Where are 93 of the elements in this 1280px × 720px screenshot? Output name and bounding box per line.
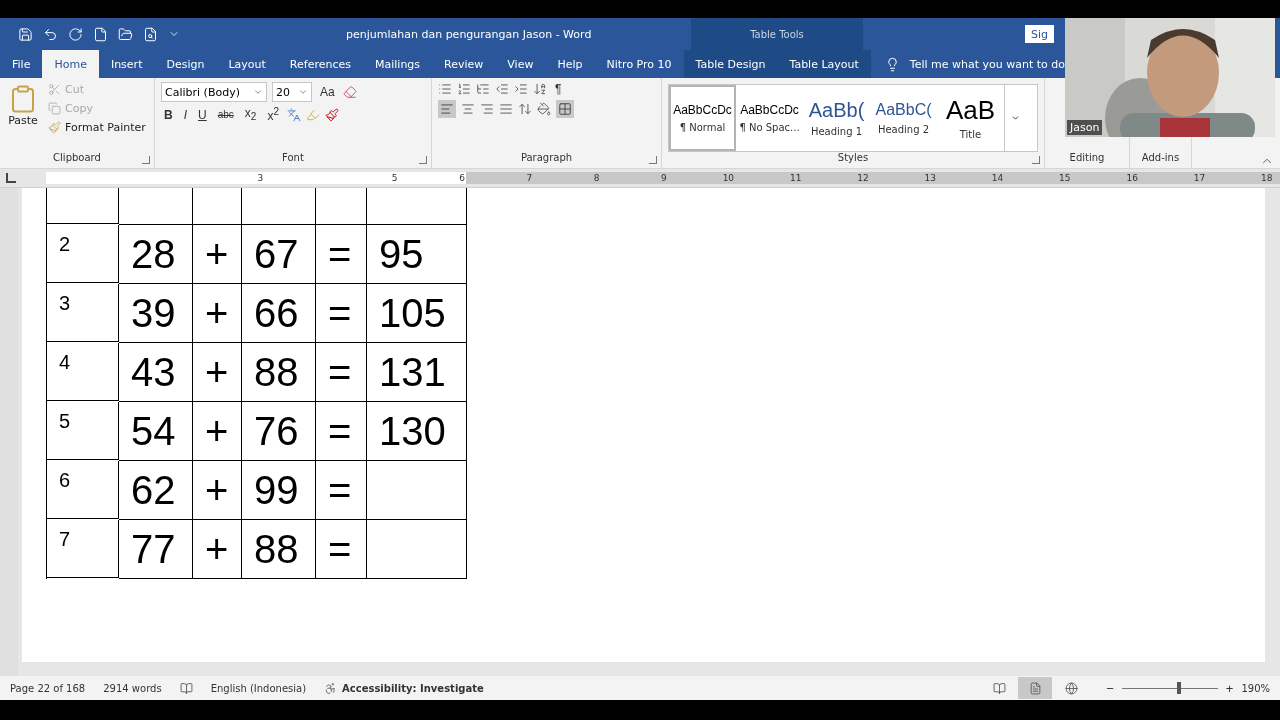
font-size-field[interactable]: 20 bbox=[272, 82, 312, 102]
ribbon-tab[interactable]: Layout bbox=[216, 50, 278, 78]
cell-text: + bbox=[205, 470, 229, 510]
ruler-number: 3 bbox=[256, 173, 264, 183]
cell-text: + bbox=[205, 529, 229, 569]
cell-text: 66 bbox=[254, 293, 299, 333]
group-label: Paragraph bbox=[520, 152, 573, 165]
ribbon-tab[interactable]: References bbox=[277, 50, 363, 78]
style-item[interactable]: AaBbCcDc ¶ Normal bbox=[669, 85, 736, 151]
tell-me-field[interactable]: Tell me what you want to do bbox=[909, 57, 1066, 71]
group-label: Editing bbox=[1069, 152, 1105, 165]
format-painter-button[interactable]: Format Painter bbox=[46, 120, 148, 135]
cell-text: = bbox=[328, 234, 352, 274]
cell-text: = bbox=[328, 352, 352, 392]
ruler-number: 12 bbox=[856, 173, 869, 183]
ruler-number: 5 bbox=[390, 173, 398, 183]
ruler-number: 13 bbox=[923, 173, 936, 183]
bold-button[interactable]: B bbox=[161, 107, 176, 122]
underline-button[interactable]: U bbox=[195, 107, 210, 122]
group-label: Add-ins bbox=[1141, 152, 1180, 165]
cell-text: 62 bbox=[131, 470, 176, 510]
cell-text: 43 bbox=[131, 352, 176, 392]
ribbon-tab[interactable]: Table Design bbox=[683, 50, 778, 78]
change-case-button[interactable]: Aa bbox=[317, 85, 338, 99]
cell-text: + bbox=[205, 234, 229, 274]
ruler-number: 17 bbox=[1192, 173, 1206, 183]
show-marks-button[interactable]: ¶ bbox=[552, 82, 565, 96]
language[interactable]: English (Indonesia) bbox=[210, 682, 307, 694]
row-number: 4 bbox=[59, 351, 71, 373]
ruler-number: 10 bbox=[721, 173, 735, 183]
cell-text: 130 bbox=[379, 411, 446, 451]
font-name-field[interactable]: Calibri (Body) bbox=[161, 82, 267, 102]
ruler-number: 14 bbox=[990, 173, 1004, 183]
ruler-number: 18 bbox=[1260, 173, 1273, 183]
ruler-number: 11 bbox=[788, 173, 802, 183]
zoom-level[interactable]: 190% bbox=[1241, 682, 1270, 694]
context-label: Table Tools bbox=[750, 28, 804, 40]
ribbon-tab[interactable]: Table Layout bbox=[777, 50, 871, 78]
row-number: 6 bbox=[59, 469, 71, 491]
cell-text: 54 bbox=[131, 411, 176, 451]
file-tab[interactable]: File bbox=[0, 50, 43, 78]
ruler-number: 15 bbox=[1058, 173, 1071, 183]
group-label: Styles bbox=[837, 152, 869, 165]
row-number: 7 bbox=[59, 528, 71, 550]
superscript-button[interactable]: x$^{2}$ bbox=[264, 106, 282, 123]
cell-text: 99 bbox=[254, 470, 299, 510]
sign-in-button[interactable]: Sig bbox=[1025, 25, 1055, 43]
ruler-number: 9 bbox=[660, 173, 667, 183]
cell-text: 67 bbox=[254, 234, 299, 274]
ribbon-tab[interactable]: Review bbox=[432, 50, 496, 78]
group-label: Clipboard bbox=[53, 152, 101, 165]
cell-text: 77 bbox=[131, 529, 176, 569]
row-number: 2 bbox=[59, 233, 71, 255]
subscript-button[interactable]: x$_{2}$ bbox=[241, 106, 260, 123]
italic-button[interactable]: I bbox=[180, 107, 190, 122]
participant-name: Jason bbox=[1067, 120, 1103, 135]
page-count[interactable]: Page 22 of 168 bbox=[10, 682, 86, 694]
cell-text: 28 bbox=[131, 234, 176, 274]
cell-text: + bbox=[205, 293, 229, 333]
cell-text: + bbox=[205, 352, 229, 392]
ribbon-tab[interactable]: Design bbox=[154, 50, 217, 78]
cell-text: 105 bbox=[379, 293, 446, 333]
cell-text: = bbox=[328, 470, 352, 510]
window-title: penjumlahan dan pengurangan Jason - Word bbox=[346, 27, 593, 41]
row-number: 5 bbox=[59, 410, 71, 432]
row-number: 3 bbox=[59, 292, 71, 314]
word-count[interactable]: 2914 words bbox=[103, 682, 162, 694]
accessibility-status[interactable]: Accessibility: Investigate bbox=[342, 682, 484, 694]
ribbon-tab[interactable]: Help bbox=[545, 50, 595, 78]
cell-text: = bbox=[328, 529, 352, 569]
ruler-number: 6 bbox=[458, 173, 465, 183]
ribbon-tab[interactable]: Nitro Pro 10 bbox=[594, 50, 684, 78]
cell-text: = bbox=[328, 293, 352, 333]
ribbon-tab[interactable]: Home bbox=[42, 50, 99, 78]
ribbon-tab[interactable]: View bbox=[495, 50, 546, 78]
ruler-number: 16 bbox=[1125, 173, 1138, 183]
cell-text: 88 bbox=[254, 529, 299, 569]
ribbon-tab[interactable]: Mailings bbox=[363, 50, 433, 78]
ruler-number: 7 bbox=[525, 173, 533, 183]
cell-text: = bbox=[328, 411, 352, 451]
cell-text: 39 bbox=[131, 293, 176, 333]
paste-button[interactable]: Paste bbox=[6, 82, 40, 152]
ruler-number: 8 bbox=[592, 173, 600, 183]
cell-text: 131 bbox=[379, 352, 446, 392]
cell-text: 88 bbox=[254, 352, 299, 392]
cell-text: 76 bbox=[254, 411, 299, 451]
ribbon-tab[interactable]: Insert bbox=[98, 50, 155, 78]
cell-text: + bbox=[205, 411, 229, 451]
zoom-out-button[interactable]: − bbox=[1106, 680, 1114, 696]
zoom-in-button[interactable]: + bbox=[1225, 680, 1234, 696]
cell-text: 95 bbox=[379, 234, 424, 274]
group-label: Font bbox=[282, 152, 304, 165]
strikethrough-button[interactable]: abc bbox=[214, 109, 237, 120]
